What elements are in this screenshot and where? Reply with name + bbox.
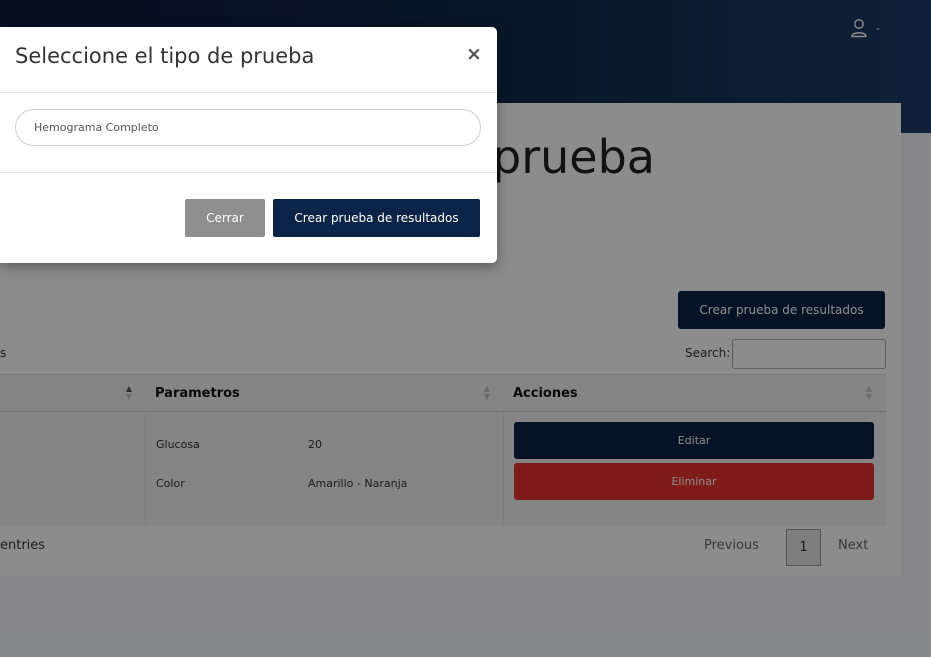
create-results-button[interactable]: Crear prueba de resultados [273,199,480,237]
modal-header: Seleccione el tipo de prueba × [0,27,497,93]
close-button[interactable]: Cerrar [185,199,265,237]
test-type-select[interactable]: Hemograma Completo [15,109,481,146]
select-test-modal: Seleccione el tipo de prueba × Hemograma… [0,27,497,263]
modal-body: Hemograma Completo [0,93,497,173]
modal-title: Seleccione el tipo de prueba [15,44,315,68]
close-icon[interactable]: × [465,43,483,65]
